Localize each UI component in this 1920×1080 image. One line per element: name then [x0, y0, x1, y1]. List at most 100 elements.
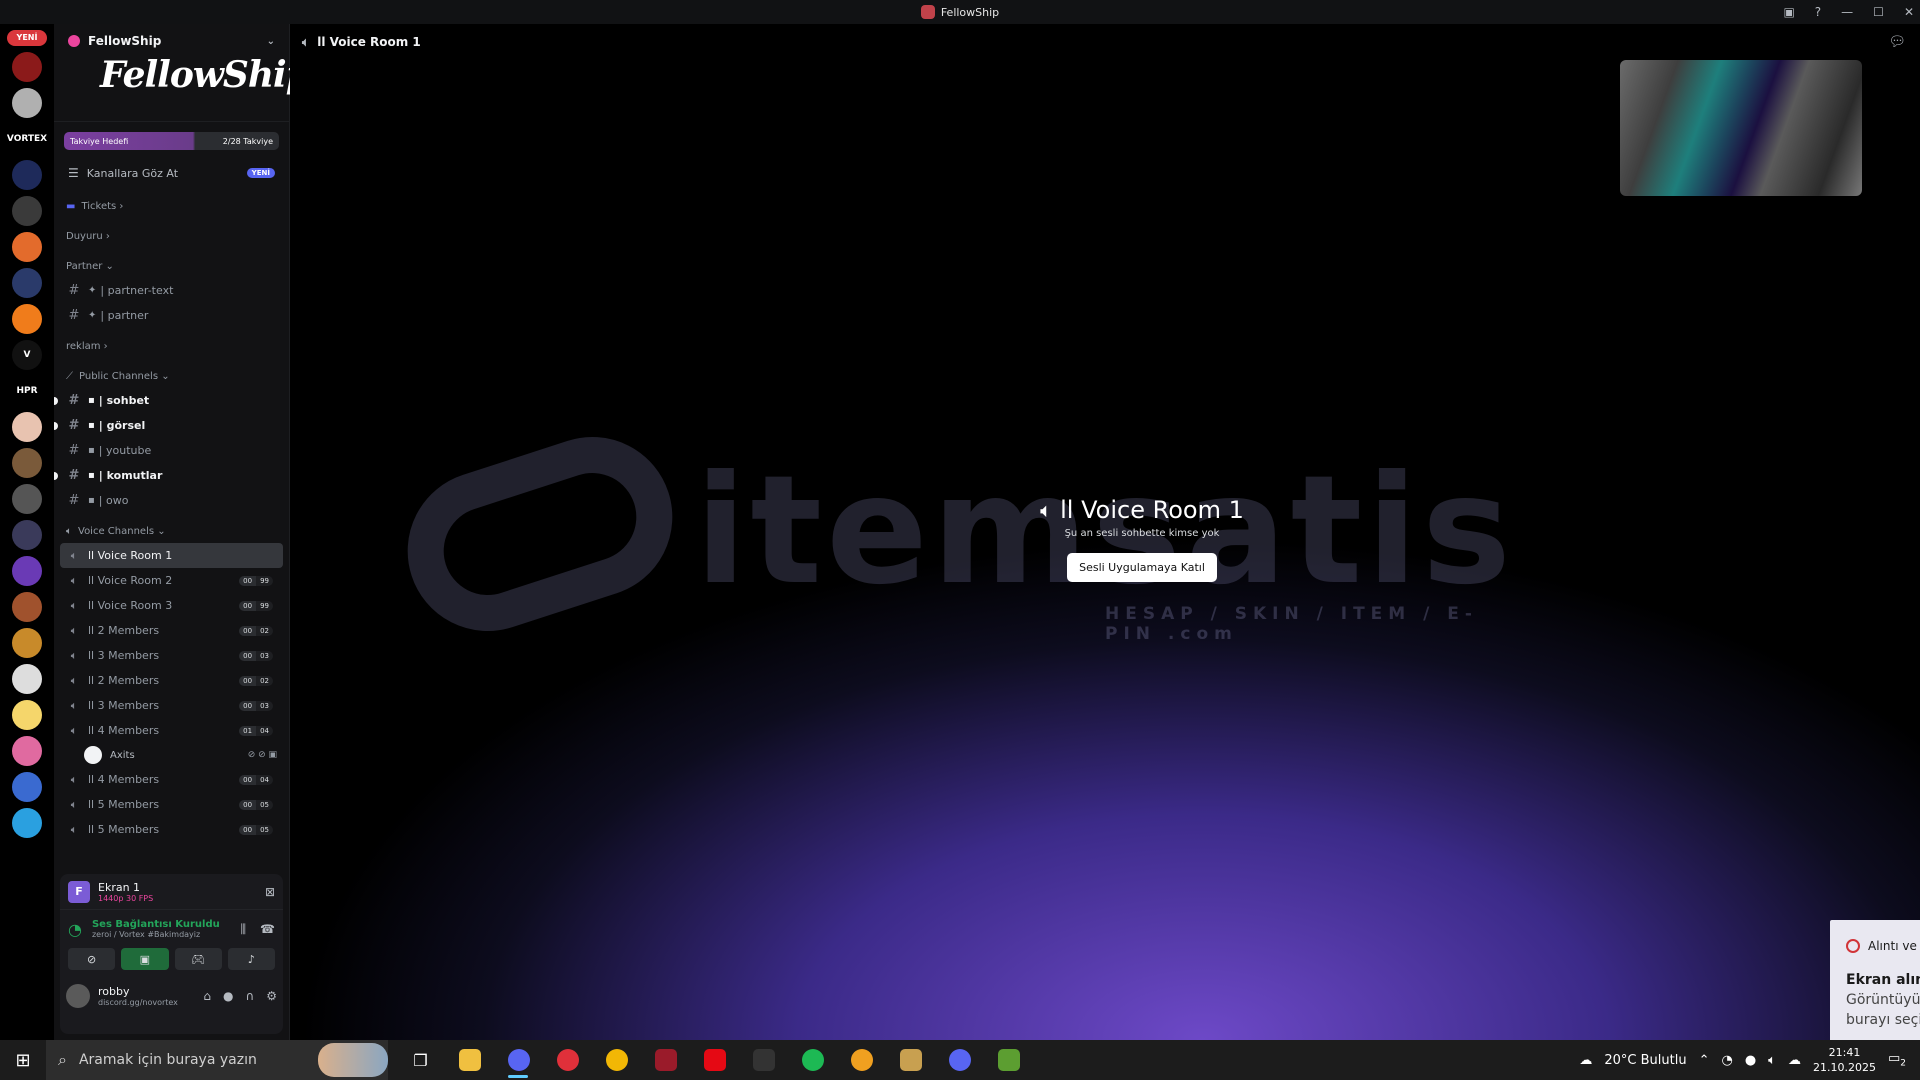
- browse-channels-button[interactable]: ☰ Kanallara Göz At YENİ: [62, 158, 281, 188]
- screen-share-button[interactable]: ▣: [121, 948, 169, 970]
- voice-channel[interactable]: 🔈︎ ll Voice Room 1: [60, 543, 283, 568]
- text-channel[interactable]: # ▪ | görsel: [54, 413, 283, 438]
- category-reklam[interactable]: reklam ›: [54, 334, 289, 358]
- volume-icon[interactable]: 🔈︎: [1768, 1053, 1776, 1068]
- server-icon[interactable]: [12, 700, 42, 730]
- server-icon[interactable]: VORTEX: [7, 124, 47, 154]
- server-icon[interactable]: [12, 448, 42, 478]
- taskbar-search[interactable]: ⌕ Aramak için buraya yazın: [46, 1040, 388, 1080]
- gear-icon[interactable]: ⚙: [266, 989, 277, 1003]
- weather-text[interactable]: 20°C Bulutlu: [1604, 1053, 1686, 1068]
- server-icon[interactable]: V: [12, 340, 42, 370]
- voice-member[interactable]: Axits ⊘ ⊘ ▣: [84, 743, 289, 767]
- inbox-icon[interactable]: ▣: [1783, 5, 1794, 19]
- game-icon[interactable]: [739, 1040, 788, 1080]
- minecraft-icon[interactable]: [984, 1040, 1033, 1080]
- category-public[interactable]: ⟋ Public Channels ⌄: [54, 364, 289, 388]
- server-icon[interactable]: [12, 520, 42, 550]
- help-icon[interactable]: ?: [1815, 5, 1821, 19]
- voice-channel[interactable]: 🔈︎ ll 2 Members 00 02: [60, 668, 283, 693]
- maximize-button[interactable]: ☐: [1873, 5, 1884, 19]
- avatar[interactable]: [66, 984, 90, 1008]
- network-icon[interactable]: ◔: [1721, 1053, 1732, 1068]
- center-title: ll Voice Room 1: [1060, 496, 1244, 524]
- minimize-button[interactable]: —: [1841, 5, 1853, 19]
- server-icon[interactable]: [12, 88, 42, 118]
- server-icon[interactable]: [12, 196, 42, 226]
- channel-partner[interactable]: # ✦ | partner: [60, 303, 283, 328]
- category-partner[interactable]: Partner ⌄: [54, 254, 289, 278]
- voice-channel[interactable]: 🔈︎ ll 2 Members 00 02: [60, 618, 283, 643]
- voice-channel[interactable]: 🔈︎ ll 5 Members 00 05: [60, 817, 283, 842]
- clock[interactable]: 21:41 21.10.2025: [1813, 1045, 1876, 1075]
- activity-button[interactable]: 🎮︎: [174, 948, 222, 970]
- server-icon[interactable]: [12, 592, 42, 622]
- microphone-icon[interactable]: ●: [1745, 1053, 1756, 1068]
- voice-channel[interactable]: 🔈︎ ll 5 Members 00 05: [60, 792, 283, 817]
- league-icon[interactable]: [886, 1040, 935, 1080]
- boost-goal-bar[interactable]: Takviye Hedefi 2/28 Takviye: [64, 132, 279, 150]
- text-channel[interactable]: # ▪ | owo: [60, 488, 283, 513]
- discord-canary-icon[interactable]: [837, 1040, 886, 1080]
- server-icon[interactable]: [12, 736, 42, 766]
- server-icon[interactable]: [12, 304, 42, 334]
- voice-channel[interactable]: 🔈︎ ll 4 Members 01 04: [60, 718, 283, 743]
- server-icon[interactable]: [12, 808, 42, 838]
- server-icon[interactable]: [12, 628, 42, 658]
- server-icon[interactable]: [12, 484, 42, 514]
- soundboard-button[interactable]: ♪: [227, 948, 275, 970]
- valorant-icon[interactable]: [641, 1040, 690, 1080]
- server-icon[interactable]: [12, 52, 42, 82]
- snip-notification[interactable]: Alıntı ve Taslak ✕ Ekran alıntısı panoya…: [1830, 920, 1920, 1040]
- channel-partner-text[interactable]: # ✦ | partner-text: [60, 278, 283, 303]
- chevron-down-icon[interactable]: ⌄: [267, 36, 275, 47]
- server-icon[interactable]: [12, 160, 42, 190]
- category-tickets[interactable]: ▬ Tickets ›: [54, 194, 289, 218]
- server-icon[interactable]: [12, 412, 42, 442]
- server-icon[interactable]: [12, 268, 42, 298]
- server-header[interactable]: FellowShip ⌄ FellowShip: [54, 24, 311, 122]
- disconnect-icon[interactable]: ☎: [260, 922, 275, 936]
- stream-row[interactable]: F Ekran 1 1440p 30 FPS ⊠: [60, 874, 283, 910]
- windows-start-icon[interactable]: ⊞: [0, 1040, 46, 1080]
- discord-ptb-icon[interactable]: [494, 1040, 543, 1080]
- close-button[interactable]: ✕: [1904, 5, 1914, 19]
- cloud-icon[interactable]: ☁: [1788, 1053, 1801, 1068]
- chrome-icon[interactable]: [592, 1040, 641, 1080]
- spotify-icon[interactable]: [788, 1040, 837, 1080]
- microphone-icon[interactable]: ●: [223, 989, 233, 1003]
- notifications-icon[interactable]: ▭2: [1888, 1051, 1906, 1069]
- text-channel[interactable]: # ▪ | youtube: [60, 438, 283, 463]
- gamepad-icon[interactable]: ⌂: [203, 989, 211, 1003]
- server-icon[interactable]: [12, 664, 42, 694]
- voice-channel[interactable]: 🔈︎ ll 3 Members 00 03: [60, 643, 283, 668]
- category-voice[interactable]: 🔈︎ Voice Channels ⌄: [54, 519, 289, 543]
- stop-stream-icon[interactable]: ⊠: [265, 885, 275, 899]
- server-name: FellowShip: [88, 34, 162, 48]
- netflix-icon[interactable]: [690, 1040, 739, 1080]
- server-icon[interactable]: HPR: [12, 376, 42, 406]
- text-channel[interactable]: # ▪ | sohbet: [54, 388, 283, 413]
- voice-status[interactable]: Ses Bağlantısı Kuruldu: [92, 919, 220, 930]
- chevron-up-icon[interactable]: ⌃: [1699, 1053, 1710, 1068]
- server-icon[interactable]: [12, 556, 42, 586]
- voice-channel[interactable]: 🔈︎ ll 3 Members 00 03: [60, 693, 283, 718]
- server-icon[interactable]: [12, 772, 42, 802]
- voice-channel[interactable]: 🔈︎ ll 4 Members 00 04: [60, 767, 283, 792]
- opera-icon[interactable]: [543, 1040, 592, 1080]
- voice-channel[interactable]: 🔈︎ ll Voice Room 2 00 99: [60, 568, 283, 593]
- task-view-icon[interactable]: ❐: [396, 1040, 445, 1080]
- headphones-icon[interactable]: ∩: [245, 989, 254, 1003]
- stream-preview-thumbnail[interactable]: [1620, 60, 1862, 196]
- voice-channel[interactable]: 🔈︎ ll Voice Room 3 00 99: [60, 593, 283, 618]
- join-voice-button[interactable]: Sesli Uygulamaya Katıl: [1067, 553, 1217, 582]
- category-duyuru[interactable]: Duyuru ›: [54, 224, 289, 248]
- discord-icon[interactable]: [935, 1040, 984, 1080]
- chat-icon[interactable]: 💬︎: [1888, 34, 1906, 50]
- server-icon[interactable]: [12, 232, 42, 262]
- camera-off-button[interactable]: ⊘: [68, 948, 116, 970]
- file-explorer-icon[interactable]: [445, 1040, 494, 1080]
- noise-suppression-icon[interactable]: ⫼: [241, 922, 247, 937]
- weather-icon[interactable]: ☁: [1579, 1053, 1592, 1068]
- text-channel[interactable]: # ▪ | komutlar: [54, 463, 283, 488]
